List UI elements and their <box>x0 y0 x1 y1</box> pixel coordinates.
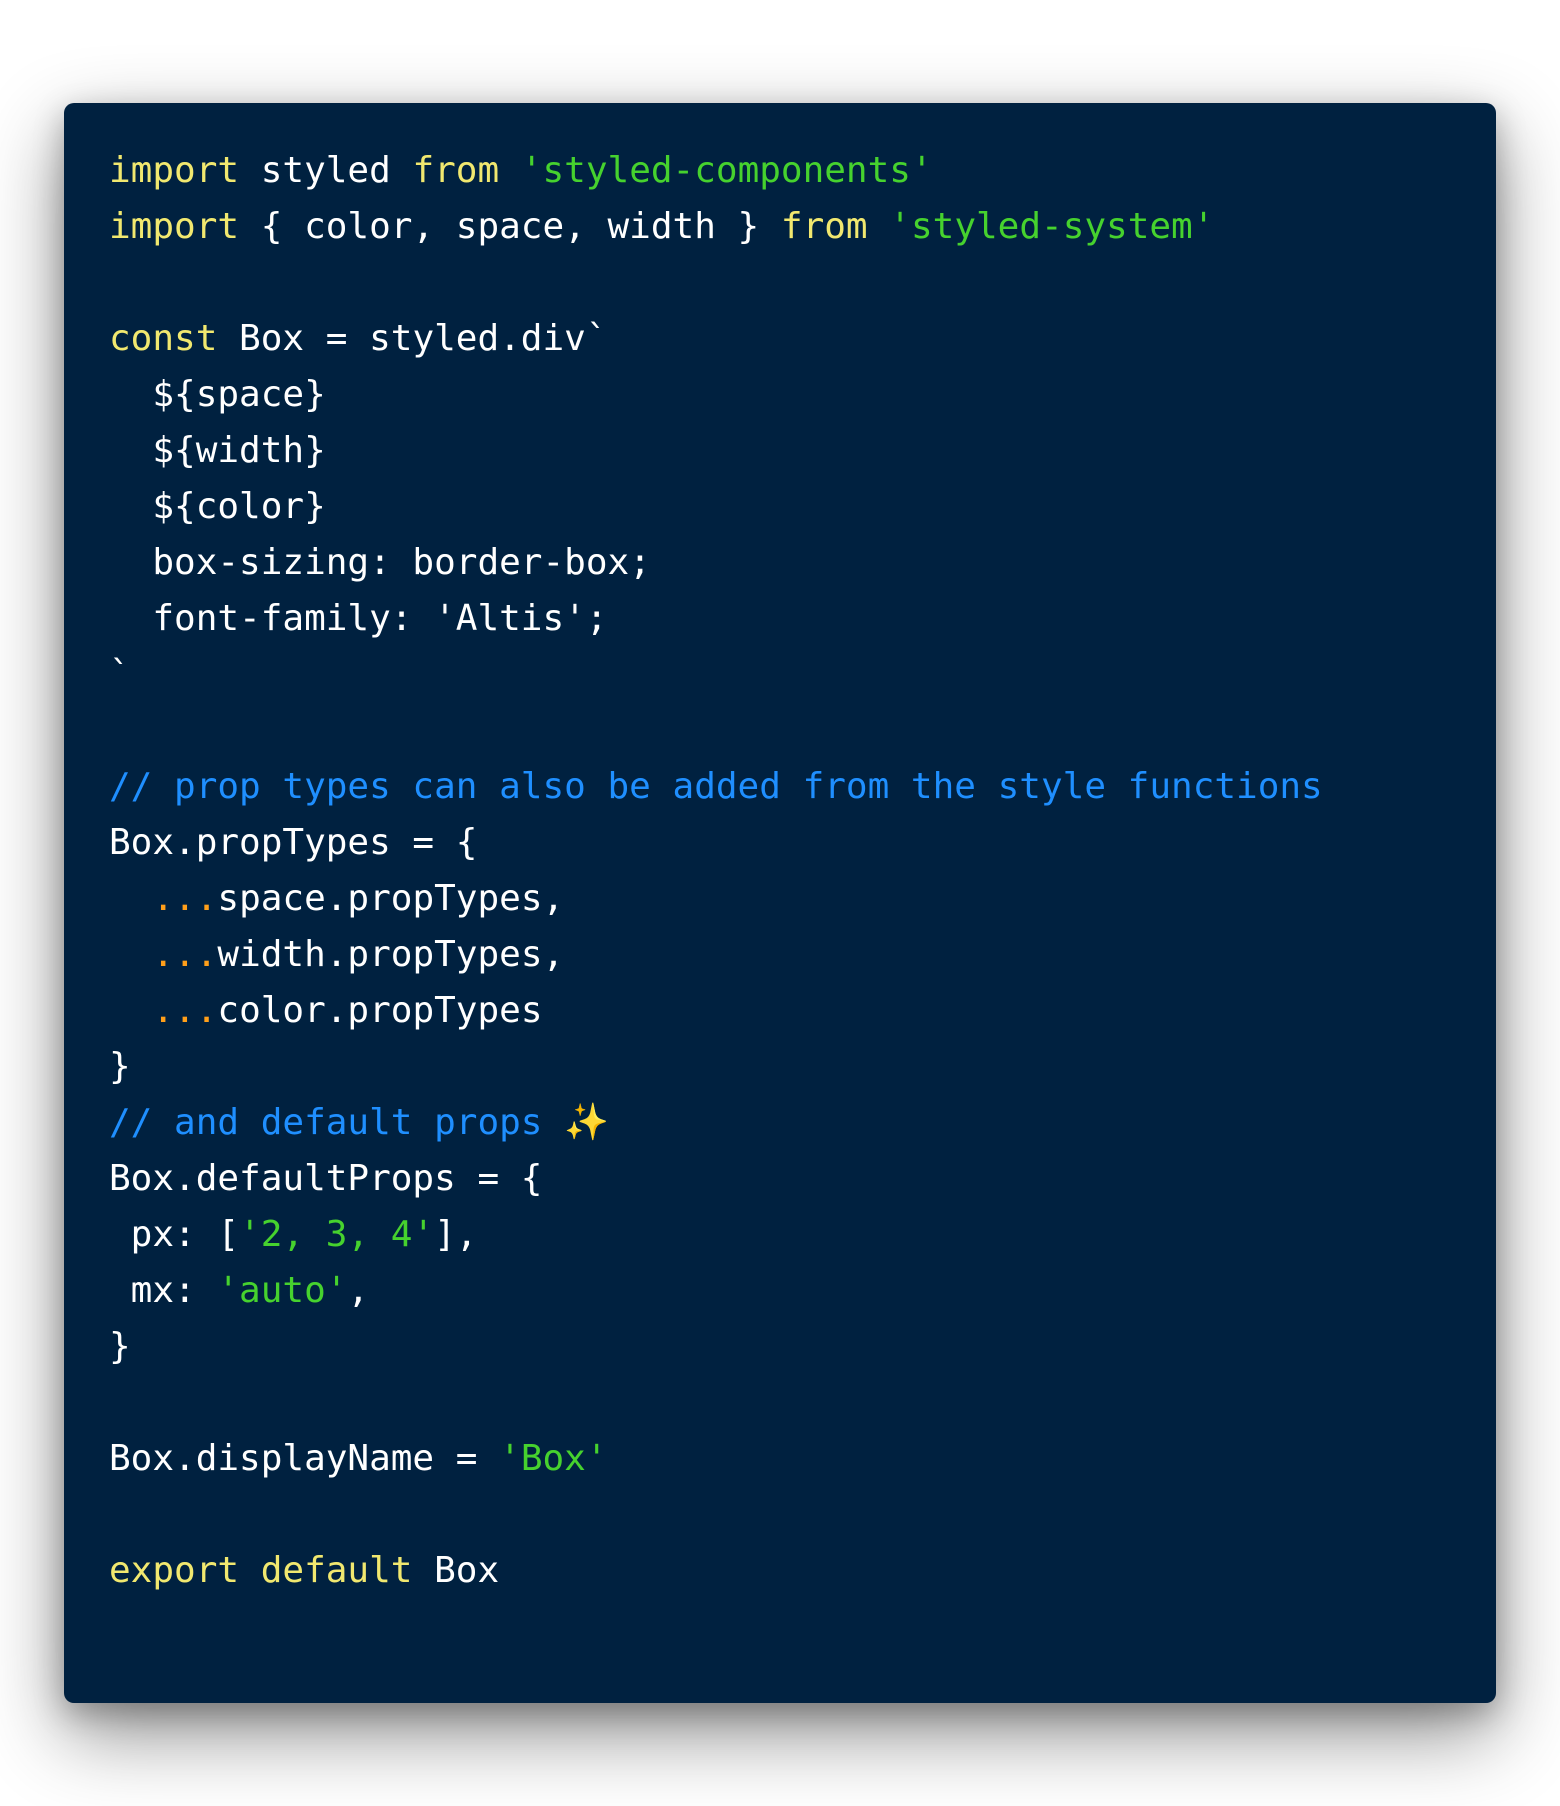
spread-token: ... <box>152 990 218 1031</box>
comment-token: // and default props ✨ <box>109 1102 609 1143</box>
code-line: ${width} <box>109 423 1323 479</box>
keyword-token: from <box>412 150 500 191</box>
code-token: ${space} <box>109 374 326 415</box>
code-line: Box.propTypes = { <box>109 815 1323 871</box>
code-token: Box = styled.div` <box>217 318 608 359</box>
code-token: } <box>109 1046 131 1087</box>
string-token: 'auto' <box>217 1270 348 1311</box>
code-line: Box.defaultProps = { <box>109 1151 1323 1207</box>
code-token: ` <box>109 654 131 695</box>
code-token: Box <box>412 1550 500 1591</box>
code-token: Box.displayName = <box>109 1438 500 1479</box>
code-line: } <box>109 1319 1323 1375</box>
code-token: ${color} <box>109 486 326 527</box>
comment-token: // prop types can also be added from the… <box>109 766 1323 807</box>
keyword-token: default <box>260 1550 413 1591</box>
code-line: // prop types can also be added from the… <box>109 759 1323 815</box>
keyword-token: from <box>780 206 868 247</box>
code-token: { color, space, width } <box>239 206 781 247</box>
code-token: width.propTypes, <box>217 934 565 975</box>
code-window: import styled from 'styled-components' im… <box>64 103 1496 1703</box>
keyword-token: const <box>109 318 218 359</box>
string-token: '2, 3, 4' <box>239 1214 435 1255</box>
code-line: const Box = styled.div` <box>109 311 1323 367</box>
spread-token: ... <box>152 878 218 919</box>
code-token: ${width} <box>109 430 326 471</box>
code-line: px: ['2, 3, 4'], <box>109 1207 1323 1263</box>
code-line: ` <box>109 647 1323 703</box>
code-line: mx: 'auto', <box>109 1263 1323 1319</box>
code-line: font-family: 'Altis'; <box>109 591 1323 647</box>
code-token: } <box>109 1326 131 1367</box>
code-line: ...color.propTypes <box>109 983 1323 1039</box>
code-token: font-family: 'Altis'; <box>109 598 608 639</box>
code-line: ${color} <box>109 479 1323 535</box>
code-line: ...width.propTypes, <box>109 927 1323 983</box>
code-token: mx: <box>109 1270 218 1311</box>
code-token: Box.propTypes = { <box>109 822 478 863</box>
code-line: Box.displayName = 'Box' <box>109 1431 1323 1487</box>
code-token: box-sizing: border-box; <box>109 542 651 583</box>
code-line: import { color, space, width } from 'sty… <box>109 199 1323 255</box>
keyword-token: import <box>109 206 240 247</box>
code-token: px: [ <box>109 1214 240 1255</box>
spread-token: ... <box>152 934 218 975</box>
code-block: import styled from 'styled-components' im… <box>109 143 1323 1599</box>
code-token: color.propTypes <box>217 990 543 1031</box>
keyword-token: export <box>109 1550 240 1591</box>
code-line: // and default props ✨ <box>109 1095 1323 1151</box>
code-line: box-sizing: border-box; <box>109 535 1323 591</box>
code-line: ...space.propTypes, <box>109 871 1323 927</box>
code-token: ], <box>434 1214 478 1255</box>
code-line: import styled from 'styled-components' <box>109 143 1323 199</box>
string-token: 'styled-components' <box>520 150 933 191</box>
string-token: 'styled-system' <box>889 206 1215 247</box>
code-token: styled <box>239 150 413 191</box>
string-token: 'Box' <box>499 1438 608 1479</box>
code-line: ${space} <box>109 367 1323 423</box>
code-token: , <box>347 1270 370 1311</box>
code-token: space.propTypes, <box>217 878 565 919</box>
code-token: Box.defaultProps = { <box>109 1158 543 1199</box>
keyword-token: import <box>109 150 240 191</box>
code-line: export default Box <box>109 1543 1323 1599</box>
code-line: } <box>109 1039 1323 1095</box>
